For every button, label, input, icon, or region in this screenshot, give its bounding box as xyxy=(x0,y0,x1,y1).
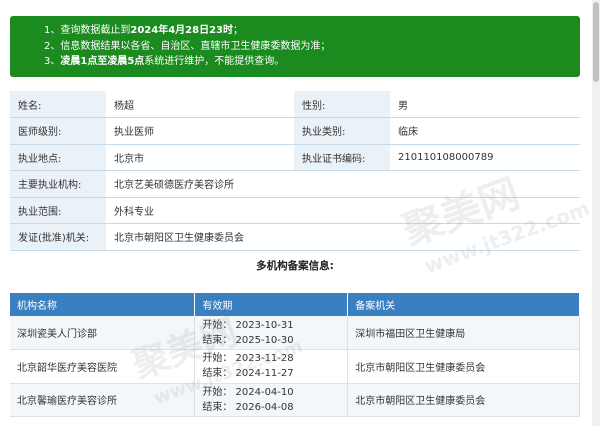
scrollbar-thumb[interactable] xyxy=(593,2,599,82)
info-row: 医师级别: 执业医师 执业类别: 临床 xyxy=(10,117,580,145)
authority-value: 北京市朝阳区卫生健康委员会 xyxy=(106,223,580,251)
notice-line-1: 1、查询数据截止到2024年4月28日23时； xyxy=(44,25,243,36)
validity-end: 结束： 2024-11-27 xyxy=(202,368,294,380)
validity-start: 开始： 2023-11-28 xyxy=(202,353,294,365)
name-label: 姓名: xyxy=(10,91,106,118)
level-label: 医师级别: xyxy=(10,117,106,145)
cert-value: 210110108000789 xyxy=(390,144,580,171)
table-row: 北京韶华医疗美容医院 开始： 2023-11-28 结束： 2024-11-27… xyxy=(10,349,580,384)
row-validity: 开始： 2023-10-31 结束： 2025-10-30 xyxy=(194,316,349,350)
authority-label: 发证(批准)机关: xyxy=(10,223,106,251)
row-org: 北京馨瑜医疗美容诊所 xyxy=(10,383,196,417)
location-label: 执业地点: xyxy=(10,144,106,171)
name-value: 杨超 xyxy=(106,91,294,118)
col-header-validity: 有效期 xyxy=(194,293,349,316)
page-scrollbar[interactable] xyxy=(592,0,600,426)
org-label: 主要执业机构: xyxy=(10,170,106,198)
notice-line-3: 3、凌晨1点至凌晨5点系统进行维护，不能提供查询。 xyxy=(44,56,285,67)
row-org: 深圳瓷美人门诊部 xyxy=(10,316,196,350)
table-header-row: 机构名称 有效期 备案机关 xyxy=(10,293,580,316)
row-org: 北京韶华医疗美容医院 xyxy=(10,349,196,384)
category-value: 临床 xyxy=(390,117,580,145)
validity-end: 结束： 2025-10-30 xyxy=(202,334,294,346)
multi-institution-title: 多机构备案信息: xyxy=(256,260,334,272)
notice-line-2: 2、信息数据结果以各省、自治区、直辖市卫生健康委数据为准； xyxy=(44,40,331,52)
validity-end: 结束： 2026-04-08 xyxy=(202,401,294,413)
scope-value: 外科专业 xyxy=(106,197,580,224)
info-row: 主要执业机构: 北京艺美硕德医疗美容诊所 xyxy=(10,170,580,198)
cert-label: 执业证书编码: xyxy=(294,144,390,171)
validity-start: 开始： 2024-04-10 xyxy=(202,386,294,398)
row-authority: 北京市朝阳区卫生健康委员会 xyxy=(347,349,580,384)
level-value: 执业医师 xyxy=(106,117,294,145)
info-row: 执业地点: 北京市 执业证书编码: 210110108000789 xyxy=(10,144,580,171)
row-validity: 开始： 2024-04-10 结束： 2026-04-08 xyxy=(194,383,349,417)
col-header-org: 机构名称 xyxy=(10,293,196,316)
registration-table: 机构名称 有效期 备案机关 深圳瓷美人门诊部 开始： 2023-10-31 结束… xyxy=(10,293,580,417)
query-notice-banner: 1、查询数据截止到2024年4月28日23时； 2、信息数据结果以各省、自治区、… xyxy=(10,16,580,77)
table-row: 深圳瓷美人门诊部 开始： 2023-10-31 结束： 2025-10-30 深… xyxy=(10,316,580,350)
info-row: 姓名: 杨超 性别: 男 xyxy=(10,91,580,118)
category-label: 执业类别: xyxy=(294,117,390,145)
validity-start: 开始： 2023-10-31 xyxy=(202,319,294,331)
info-row: 执业范围: 外科专业 xyxy=(10,197,580,224)
scope-label: 执业范围: xyxy=(10,197,106,224)
org-value: 北京艺美硕德医疗美容诊所 xyxy=(106,170,580,198)
doctor-info-table: 姓名: 杨超 性别: 男 医师级别: 执业医师 执业类别: 临床 执业地点: 北… xyxy=(10,91,580,251)
table-row: 北京馨瑜医疗美容诊所 开始： 2024-04-10 结束： 2026-04-08… xyxy=(10,383,580,417)
location-value: 北京市 xyxy=(106,144,294,171)
col-header-authority: 备案机关 xyxy=(347,293,580,316)
info-row: 发证(批准)机关: 北京市朝阳区卫生健康委员会 xyxy=(10,223,580,251)
row-authority: 深圳市福田区卫生健康局 xyxy=(347,316,580,350)
gender-label: 性别: xyxy=(294,91,390,118)
row-validity: 开始： 2023-11-28 结束： 2024-11-27 xyxy=(194,349,349,384)
row-authority: 北京市朝阳区卫生健康委员会 xyxy=(347,383,580,417)
gender-value: 男 xyxy=(390,91,580,118)
